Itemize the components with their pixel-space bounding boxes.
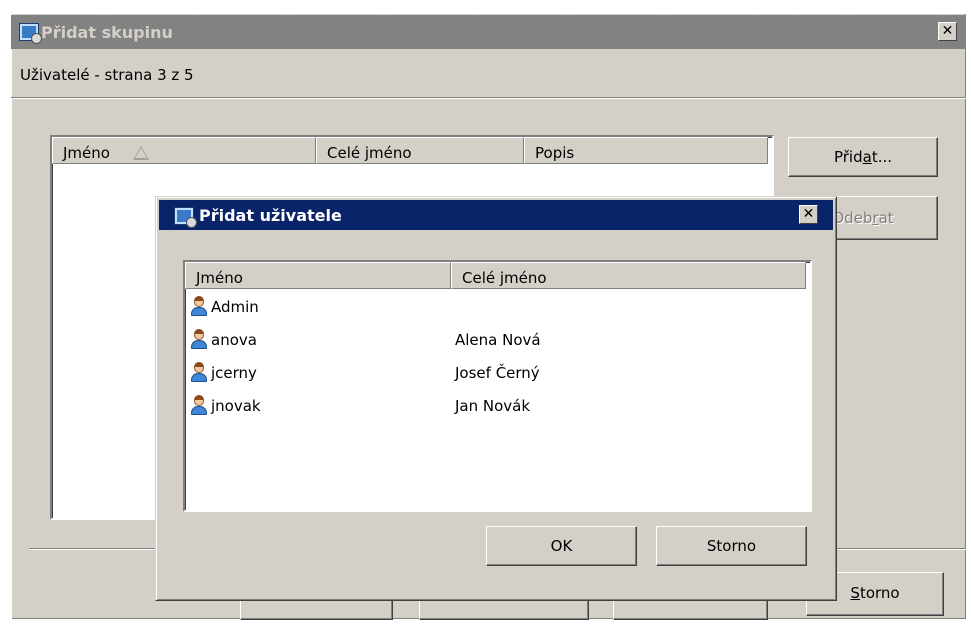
- close-icon[interactable]: ✕: [938, 22, 957, 41]
- header-separator: [11, 97, 966, 99]
- sort-ascending-icon: [132, 146, 149, 160]
- user-icon: [190, 296, 208, 316]
- column-header-full-name[interactable]: Celé jméno: [316, 137, 524, 164]
- user-full-name: Jan Novák: [455, 397, 531, 415]
- outer-title-bar[interactable]: Přidat skupinu ✕: [11, 15, 966, 49]
- column-header-label: Jméno: [63, 144, 110, 162]
- user-icon: [190, 395, 208, 415]
- column-header-name[interactable]: Jméno: [52, 137, 316, 164]
- column-header-label: Celé jméno: [327, 144, 412, 162]
- list-item[interactable]: Admin: [185, 293, 810, 319]
- column-header-full-name[interactable]: Celé jméno: [451, 262, 806, 289]
- column-header-description[interactable]: Popis: [524, 137, 768, 164]
- outer-window-title: Přidat skupinu: [41, 23, 173, 42]
- user-icon: [190, 329, 208, 349]
- user-name: anova: [211, 331, 257, 349]
- user-name: Admin: [211, 298, 259, 316]
- cancel-button[interactable]: Storno: [656, 526, 807, 566]
- list-item[interactable]: anova Alena Nová: [185, 326, 810, 352]
- list-item[interactable]: jnovak Jan Novák: [185, 392, 810, 418]
- column-header-name[interactable]: Jméno: [185, 262, 451, 289]
- list-item[interactable]: jcerny Josef Černý: [185, 359, 810, 385]
- add-user-dialog: Přidat uživatele ✕ Jméno Celé jméno Admi…: [155, 196, 837, 601]
- user-full-name: Josef Černý: [455, 364, 540, 382]
- user-name: jcerny: [211, 364, 257, 382]
- column-header-label: Jméno: [196, 269, 243, 287]
- user-name: jnovak: [211, 397, 261, 415]
- user-icon: [190, 362, 208, 382]
- window-gear-icon: [174, 207, 197, 228]
- remove-button-label: Odebrat: [832, 209, 894, 227]
- dialog-title: Přidat uživatele: [199, 206, 342, 225]
- dialog-title-bar[interactable]: Přidat uživatele ✕: [159, 200, 833, 230]
- close-icon[interactable]: ✕: [799, 205, 818, 224]
- page-subtitle: Uživatelé - strana 3 z 5: [20, 66, 194, 84]
- user-full-name: Alena Nová: [455, 331, 541, 349]
- outer-cancel-label: Storno: [850, 584, 900, 602]
- add-button-label: Přidat...: [833, 148, 893, 166]
- column-header-label: Celé jméno: [462, 269, 547, 287]
- window-gear-icon: [19, 23, 42, 44]
- add-button[interactable]: Přidat...: [788, 137, 938, 177]
- column-header-label: Popis: [535, 144, 575, 162]
- user-list[interactable]: Jméno Celé jméno Admin anova Alena Nová …: [183, 260, 812, 512]
- ok-button[interactable]: OK: [486, 526, 637, 566]
